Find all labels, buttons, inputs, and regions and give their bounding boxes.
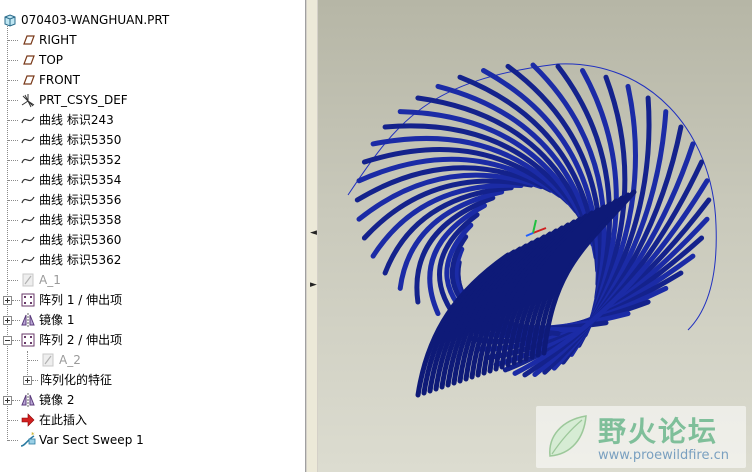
datum-axis-icon [40, 352, 56, 368]
tree-item-insert-here[interactable]: 在此插入 [20, 410, 87, 430]
collapse-toggle[interactable] [3, 336, 12, 345]
svg-text:*: * [31, 432, 35, 439]
tree-item-csys[interactable]: PRT_CSYS_DEF [20, 90, 128, 110]
tree-root[interactable]: 070403-WANGHUAN.PRT [2, 10, 169, 30]
datum-plane-icon [20, 52, 36, 68]
tree-item-axis-a1[interactable]: A_1 [20, 270, 61, 290]
tree-item-top[interactable]: TOP [20, 50, 63, 70]
expand-arrow[interactable]: ► [310, 280, 317, 290]
tree-item-right[interactable]: RIGHT [20, 30, 77, 50]
tree-item-var-sect-sweep[interactable]: * Var Sect Sweep 1 [20, 430, 144, 450]
tree-item-curve-243[interactable]: 曲线 标识243 [20, 110, 114, 130]
coordinate-system-icon [20, 92, 36, 108]
curve-icon [20, 152, 36, 168]
tree-item-curve-5360[interactable]: 曲线 标识5360 [20, 230, 121, 250]
expand-toggle[interactable] [3, 296, 12, 305]
tree-item-mirror-1[interactable]: 镜像 1 [20, 310, 74, 330]
watermark-url: www.proewildfire.cn [598, 448, 729, 463]
datum-axis-icon [20, 272, 36, 288]
curve-icon [20, 232, 36, 248]
expand-toggle[interactable] [3, 316, 12, 325]
expand-toggle[interactable] [23, 376, 32, 385]
tree-item-curve-5350[interactable]: 曲线 标识5350 [20, 130, 121, 150]
datum-plane-icon [20, 32, 36, 48]
tree-item-mirror-2[interactable]: 镜像 2 [20, 390, 74, 410]
3d-model-view [347, 62, 717, 398]
tree-item-curve-5354[interactable]: 曲线 标识5354 [20, 170, 121, 190]
tree-item-pattern-1[interactable]: 阵列 1 / 伸出项 [20, 290, 122, 310]
tree-item-curve-5352[interactable]: 曲线 标识5352 [20, 150, 121, 170]
mirror-icon [20, 312, 36, 328]
coordinate-axes-marker [525, 219, 547, 237]
tree-item-curve-5356[interactable]: 曲线 标识5356 [20, 190, 121, 210]
tree-item-curve-5358[interactable]: 曲线 标识5358 [20, 210, 121, 230]
tree-item-front[interactable]: FRONT [20, 70, 80, 90]
tree-connector-line [7, 20, 8, 441]
model-tree-panel[interactable]: 070403-WANGHUAN.PRT RIGHT TOP FRONT PRT_… [0, 0, 306, 472]
panel-splitter[interactable]: ◄ ► [306, 0, 318, 472]
expand-toggle[interactable] [3, 396, 12, 405]
curve-icon [20, 172, 36, 188]
insert-here-arrow-icon [20, 412, 36, 428]
tree-item-patterned-features[interactable]: 阵列化的特征 [40, 370, 112, 390]
datum-plane-icon [20, 72, 36, 88]
curve-icon [20, 252, 36, 268]
var-sect-sweep-icon: * [20, 432, 36, 448]
tree-item-axis-a2[interactable]: A_2 [40, 350, 81, 370]
tree-item-pattern-2[interactable]: 阵列 2 / 伸出项 [20, 330, 122, 350]
graphics-viewport[interactable]: 野火论坛 www.proewildfire.cn [318, 0, 752, 472]
pattern-icon [20, 332, 36, 348]
watermark-title: 野火论坛 [598, 415, 719, 448]
curve-icon [20, 132, 36, 148]
curve-icon [20, 112, 36, 128]
leaf-logo-icon [549, 415, 587, 457]
tree-root-label: 070403-WANGHUAN.PRT [21, 13, 170, 27]
mirror-icon [20, 392, 36, 408]
pattern-icon [20, 292, 36, 308]
forum-watermark: 野火论坛 www.proewildfire.cn [536, 406, 746, 468]
curve-icon [20, 212, 36, 228]
part-icon [2, 12, 18, 28]
collapse-arrow[interactable]: ◄ [310, 228, 317, 238]
curve-icon [20, 192, 36, 208]
tree-item-curve-5362[interactable]: 曲线 标识5362 [20, 250, 121, 270]
